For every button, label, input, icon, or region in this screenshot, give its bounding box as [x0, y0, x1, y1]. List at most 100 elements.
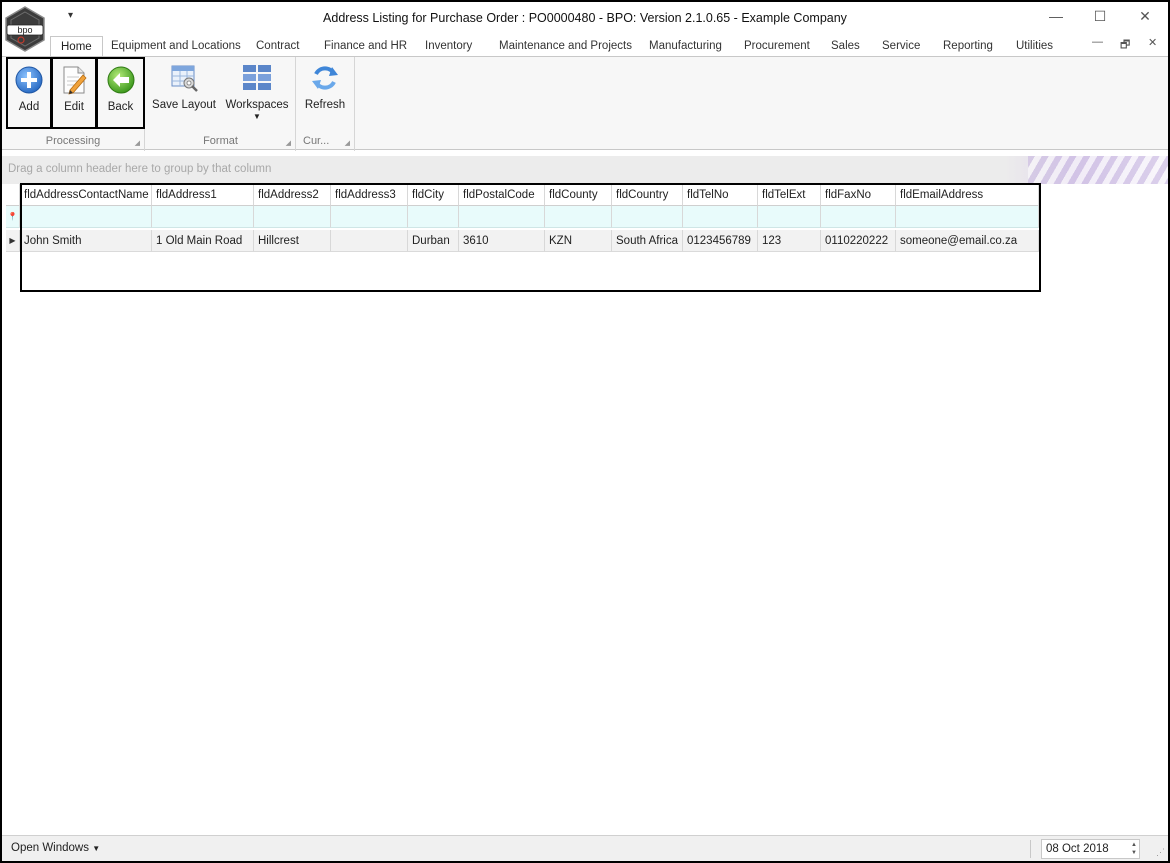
table-cell[interactable]: 123 — [758, 230, 821, 252]
filter-cell[interactable] — [545, 206, 612, 228]
header-indicator — [6, 184, 20, 206]
table-cell[interactable]: 0123456789 — [683, 230, 758, 252]
add-button[interactable]: Add — [6, 57, 52, 129]
column-header[interactable]: fldAddress3 — [331, 184, 408, 206]
filter-cell[interactable] — [758, 206, 821, 228]
status-separator — [1030, 840, 1031, 858]
filter-cell[interactable] — [821, 206, 896, 228]
date-spinner-icon[interactable]: ▲ ▼ — [1131, 841, 1137, 857]
maximize-button[interactable]: ☐ — [1086, 8, 1114, 30]
tab-contract[interactable]: Contract — [256, 36, 299, 57]
tab-manufacturing[interactable]: Manufacturing — [649, 36, 722, 57]
table-cell[interactable]: 1 Old Main Road — [152, 230, 254, 252]
save-layout-button[interactable]: Save Layout — [150, 57, 218, 129]
tab-service[interactable]: Service — [882, 36, 920, 57]
workspaces-label: Workspaces — [225, 99, 289, 111]
processing-group-label: Processing — [45, 135, 101, 147]
filter-pin-icon: 📍 — [6, 206, 20, 228]
save-layout-label: Save Layout — [152, 99, 216, 111]
close-button[interactable]: ✕ — [1131, 8, 1159, 30]
filter-cell[interactable] — [331, 206, 408, 228]
column-header[interactable]: fldTelNo — [683, 184, 758, 206]
open-windows-button[interactable]: Open Windows ▼ — [11, 842, 100, 854]
tab-inventory[interactable]: Inventory — [425, 36, 472, 57]
save-layout-icon — [171, 65, 198, 92]
table-cell[interactable]: Hillcrest — [254, 230, 331, 252]
workspaces-dropdown[interactable]: Workspaces ▼ — [224, 57, 290, 129]
filter-cell[interactable] — [896, 206, 1039, 228]
open-windows-label: Open Windows — [11, 842, 89, 854]
filter-cell[interactable] — [459, 206, 545, 228]
column-header[interactable]: fldTelExt — [758, 184, 821, 206]
title-bar: bpo ▾ Address Listing for Purchase Order… — [2, 2, 1168, 52]
workspaces-dropdown-icon: ▼ — [253, 112, 261, 121]
table-cell[interactable]: John Smith — [20, 230, 152, 252]
tab-procurement[interactable]: Procurement — [744, 36, 810, 57]
filter-cell[interactable] — [612, 206, 683, 228]
tab-reporting[interactable]: Reporting — [943, 36, 993, 57]
column-header[interactable]: fldEmailAddress — [896, 184, 1039, 206]
column-header[interactable]: fldPostalCode — [459, 184, 545, 206]
table-cell[interactable]: someone@email.co.za — [896, 230, 1039, 252]
decorative-stripes — [1028, 156, 1168, 184]
date-value: 08 Oct 2018 — [1046, 843, 1109, 855]
tab-home[interactable]: Home — [50, 36, 103, 57]
table-cell[interactable]: South Africa — [612, 230, 683, 252]
column-header[interactable]: fldCountry — [612, 184, 683, 206]
mdi-close-button[interactable]: ✕ — [1148, 36, 1157, 49]
add-icon — [15, 66, 43, 94]
filter-cell[interactable] — [408, 206, 459, 228]
resize-grip-icon[interactable]: ⋰ — [1156, 847, 1165, 858]
table-cell[interactable]: 3610 — [459, 230, 545, 252]
minimize-button[interactable]: — — [1042, 8, 1070, 30]
format-group-label: Format — [203, 135, 238, 147]
tab-finance-and-hr[interactable]: Finance and HR — [324, 36, 407, 57]
back-button[interactable]: Back — [96, 57, 145, 129]
mdi-restore-button[interactable]: 🗗 — [1120, 36, 1130, 55]
bpo-logo[interactable]: bpo — [4, 6, 46, 52]
ribbon-group-format: Save Layout Workspaces ▼ Format ◢ — [146, 57, 296, 151]
edit-icon — [63, 66, 87, 95]
date-field[interactable]: 08 Oct 2018 ▲ ▼ — [1041, 839, 1140, 859]
refresh-button[interactable]: Refresh — [301, 57, 349, 129]
column-header[interactable]: fldAddress2 — [254, 184, 331, 206]
workspaces-icon — [243, 65, 271, 90]
tab-utilities[interactable]: Utilities — [1016, 36, 1053, 57]
table-cell[interactable]: KZN — [545, 230, 612, 252]
current-launcher-icon[interactable]: ◢ — [345, 139, 350, 147]
ribbon-tab-bar: Home Equipment and Locations Contract Fi… — [2, 36, 1168, 57]
table-cell[interactable] — [331, 230, 408, 252]
app-window: bpo ▾ Address Listing for Purchase Order… — [0, 0, 1170, 863]
table-cell[interactable]: 0110220222 — [821, 230, 896, 252]
column-header[interactable]: fldCity — [408, 184, 459, 206]
window-title: Address Listing for Purchase Order : PO0… — [323, 11, 847, 25]
table-cell[interactable]: Durban — [408, 230, 459, 252]
column-header[interactable]: fldAddressContactName — [20, 184, 152, 206]
filter-cell[interactable] — [20, 206, 152, 228]
tab-sales[interactable]: Sales — [831, 36, 860, 57]
ribbon-group-current: Refresh Cur... ◢ — [297, 57, 355, 151]
back-arrow-icon — [107, 66, 134, 94]
tab-equipment-and-locations[interactable]: Equipment and Locations — [111, 36, 241, 57]
status-bar: Open Windows ▼ 08 Oct 2018 ▲ ▼ ⋰ — [2, 835, 1168, 861]
filter-cell[interactable] — [254, 206, 331, 228]
tab-maintenance-and-projects[interactable]: Maintenance and Projects — [499, 36, 632, 57]
mdi-minimize-button[interactable]: — — [1092, 36, 1103, 48]
column-header[interactable]: fldFaxNo — [821, 184, 896, 206]
filter-cell[interactable] — [683, 206, 758, 228]
processing-launcher-icon[interactable]: ◢ — [135, 139, 140, 147]
group-by-hint: Drag a column header here to group by th… — [8, 163, 272, 175]
ribbon: Add Edit Back Processing ◢ Save Layout W… — [2, 56, 1168, 151]
format-launcher-icon[interactable]: ◢ — [286, 139, 291, 147]
ribbon-group-processing: Add Edit Back Processing ◢ — [2, 57, 145, 151]
add-label: Add — [18, 101, 40, 113]
group-by-panel[interactable]: Drag a column header here to group by th… — [2, 156, 1168, 184]
refresh-icon — [312, 66, 338, 90]
row-indicator-icon: ▶ — [6, 230, 20, 252]
edit-button[interactable]: Edit — [51, 57, 97, 129]
column-header[interactable]: fldCounty — [545, 184, 612, 206]
column-header[interactable]: fldAddress1 — [152, 184, 254, 206]
back-label: Back — [107, 101, 134, 113]
refresh-label: Refresh — [304, 99, 346, 111]
filter-cell[interactable] — [152, 206, 254, 228]
